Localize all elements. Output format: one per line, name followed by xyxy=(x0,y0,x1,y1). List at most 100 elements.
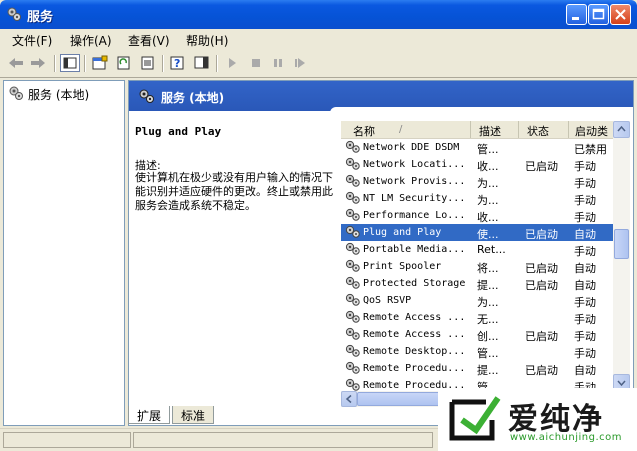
service-status: 已启动 xyxy=(525,228,558,241)
scroll-up-button[interactable] xyxy=(613,121,630,138)
table-row[interactable]: Performance Lo... 收... 手动 xyxy=(341,207,613,224)
service-startup-type: 手动 xyxy=(574,211,596,224)
service-name: Performance Lo... xyxy=(363,210,466,221)
table-row[interactable]: Remote Procedu... 提... 已启动 自动 xyxy=(341,360,613,377)
pane-header-title: 服务 (本地) xyxy=(161,91,225,105)
service-name: Plug and Play xyxy=(363,227,442,238)
gears-icon xyxy=(7,7,21,21)
pane-header: 服务 (本地) xyxy=(129,81,633,113)
service-status: 已启动 xyxy=(525,160,558,173)
refresh-icon[interactable] xyxy=(114,54,134,72)
column-header-description[interactable]: 描述 xyxy=(471,121,519,138)
menu-file[interactable]: 文件(F) xyxy=(12,32,52,49)
close-button[interactable] xyxy=(610,4,631,25)
restart-service-icon[interactable] xyxy=(290,54,310,72)
forward-arrow-icon[interactable] xyxy=(28,54,48,72)
service-name: Print Spooler xyxy=(363,261,442,272)
service-description: 管... xyxy=(477,143,499,156)
service-description: 为... xyxy=(477,194,499,207)
back-arrow-icon[interactable] xyxy=(6,54,26,72)
service-gears-icon xyxy=(345,174,360,187)
minimize-button[interactable] xyxy=(566,4,587,25)
svg-text:?: ? xyxy=(174,57,180,70)
column-header-status[interactable]: 状态 xyxy=(519,121,569,138)
status-cell xyxy=(133,432,433,448)
scroll-thumb[interactable] xyxy=(614,229,629,259)
table-row[interactable]: Remote Access ... 创... 已启动 手动 xyxy=(341,326,613,343)
column-name-label: 名称 xyxy=(353,125,375,138)
window-title: 服务 xyxy=(27,10,54,25)
properties-icon[interactable] xyxy=(90,54,110,72)
arrow-left-icon xyxy=(345,394,352,404)
menu-view[interactable]: 查看(V) xyxy=(128,32,170,49)
service-description: 无... xyxy=(477,313,499,326)
service-gears-icon xyxy=(345,259,360,272)
service-status: 已启动 xyxy=(525,262,558,275)
service-name: Network DDE DSDM xyxy=(363,142,460,153)
table-row[interactable]: Network Provis... 为... 手动 xyxy=(341,173,613,190)
description-panel: Plug and Play 描述: 使计算机在极少或没有用户输入的情况下能识别并… xyxy=(133,111,333,407)
watermark: 爱纯净 www.aichunjing.com xyxy=(438,388,637,451)
service-description: 为... xyxy=(477,296,499,309)
service-name: Remote Procedu... xyxy=(363,363,466,374)
service-status: 已启动 xyxy=(525,279,558,292)
table-row[interactable]: Remote Access ... 无... 手动 xyxy=(341,309,613,326)
table-row[interactable]: Print Spooler 将... 已启动 自动 xyxy=(341,258,613,275)
gears-icon xyxy=(9,86,23,100)
start-service-icon[interactable] xyxy=(222,54,242,72)
service-startup-type: 手动 xyxy=(574,194,596,207)
service-gears-icon xyxy=(345,310,360,323)
menu-action[interactable]: 操作(A) xyxy=(70,32,112,49)
gears-icon xyxy=(139,89,154,103)
title-bar[interactable]: 服务 xyxy=(0,0,637,29)
stop-service-icon[interactable] xyxy=(246,54,266,72)
service-description: 收... xyxy=(477,160,499,173)
service-name: Portable Media... xyxy=(363,244,466,255)
show-hide-tree-button[interactable] xyxy=(60,54,80,72)
details-pane: 服务 (本地) Plug and Play 描述: 使计算机在极少或没有用户输入… xyxy=(128,80,634,426)
service-description: 为... xyxy=(477,177,499,190)
vertical-scrollbar[interactable] xyxy=(613,121,630,391)
selected-service-name: Plug and Play xyxy=(135,125,222,138)
table-row[interactable]: Network Locati... 收... 已启动 手动 xyxy=(341,156,613,173)
table-row[interactable]: QoS RSVP 为... 手动 xyxy=(341,292,613,309)
column-description-label: 描述 xyxy=(479,125,501,138)
service-gears-icon xyxy=(345,225,360,238)
service-gears-icon xyxy=(345,140,360,153)
table-row[interactable]: Portable Media... Ret... 手动 xyxy=(341,241,613,258)
table-row[interactable]: Protected Storage 提... 已启动 自动 xyxy=(341,275,613,292)
service-gears-icon xyxy=(345,157,360,170)
table-row[interactable]: Remote Desktop... 管... 手动 xyxy=(341,343,613,360)
service-startup-type: 手动 xyxy=(574,160,596,173)
export-list-icon[interactable] xyxy=(138,54,158,72)
services-list: 名称 / 描述 状态 启动类 Network DDE DSDM 管... 已禁用 Ne… xyxy=(341,121,631,407)
service-startup-type: 手动 xyxy=(574,296,596,309)
scroll-left-button[interactable] xyxy=(341,391,357,407)
table-row[interactable]: NT LM Security... 为... 手动 xyxy=(341,190,613,207)
status-cell xyxy=(3,432,131,448)
service-startup-type: 自动 xyxy=(574,262,596,275)
tab-standard[interactable]: 标准 xyxy=(172,406,215,424)
table-row[interactable]: Network DDE DSDM 管... 已禁用 xyxy=(341,139,613,156)
services-window: 服务 文件(F) 操作(A) 查看(V) 帮助(H) ? 服务 (本地) 服务 … xyxy=(0,0,637,451)
table-row[interactable]: Plug and Play 使... 已启动 自动 xyxy=(341,224,613,241)
service-gears-icon xyxy=(345,344,360,357)
column-header-name[interactable]: 名称 / xyxy=(341,121,471,138)
help-icon[interactable]: ? xyxy=(168,54,188,72)
service-startup-type: 自动 xyxy=(574,364,596,377)
toolbar: ? xyxy=(0,50,637,78)
column-startup-label: 启动类 xyxy=(575,125,608,138)
maximize-button[interactable] xyxy=(588,4,609,25)
tab-extended[interactable]: 扩展 xyxy=(128,406,171,424)
menu-help[interactable]: 帮助(H) xyxy=(186,32,228,49)
show-hide-action-pane-icon[interactable] xyxy=(192,54,212,72)
pause-service-icon[interactable] xyxy=(268,54,288,72)
service-startup-type: 手动 xyxy=(574,313,596,326)
arrow-up-icon xyxy=(617,125,626,132)
service-description: 提... xyxy=(477,364,499,377)
service-name: Network Locati... xyxy=(363,159,466,170)
service-startup-type: 手动 xyxy=(574,330,596,343)
service-gears-icon xyxy=(345,242,360,255)
service-name: Protected Storage xyxy=(363,278,466,289)
toolbar-separator xyxy=(162,55,164,72)
